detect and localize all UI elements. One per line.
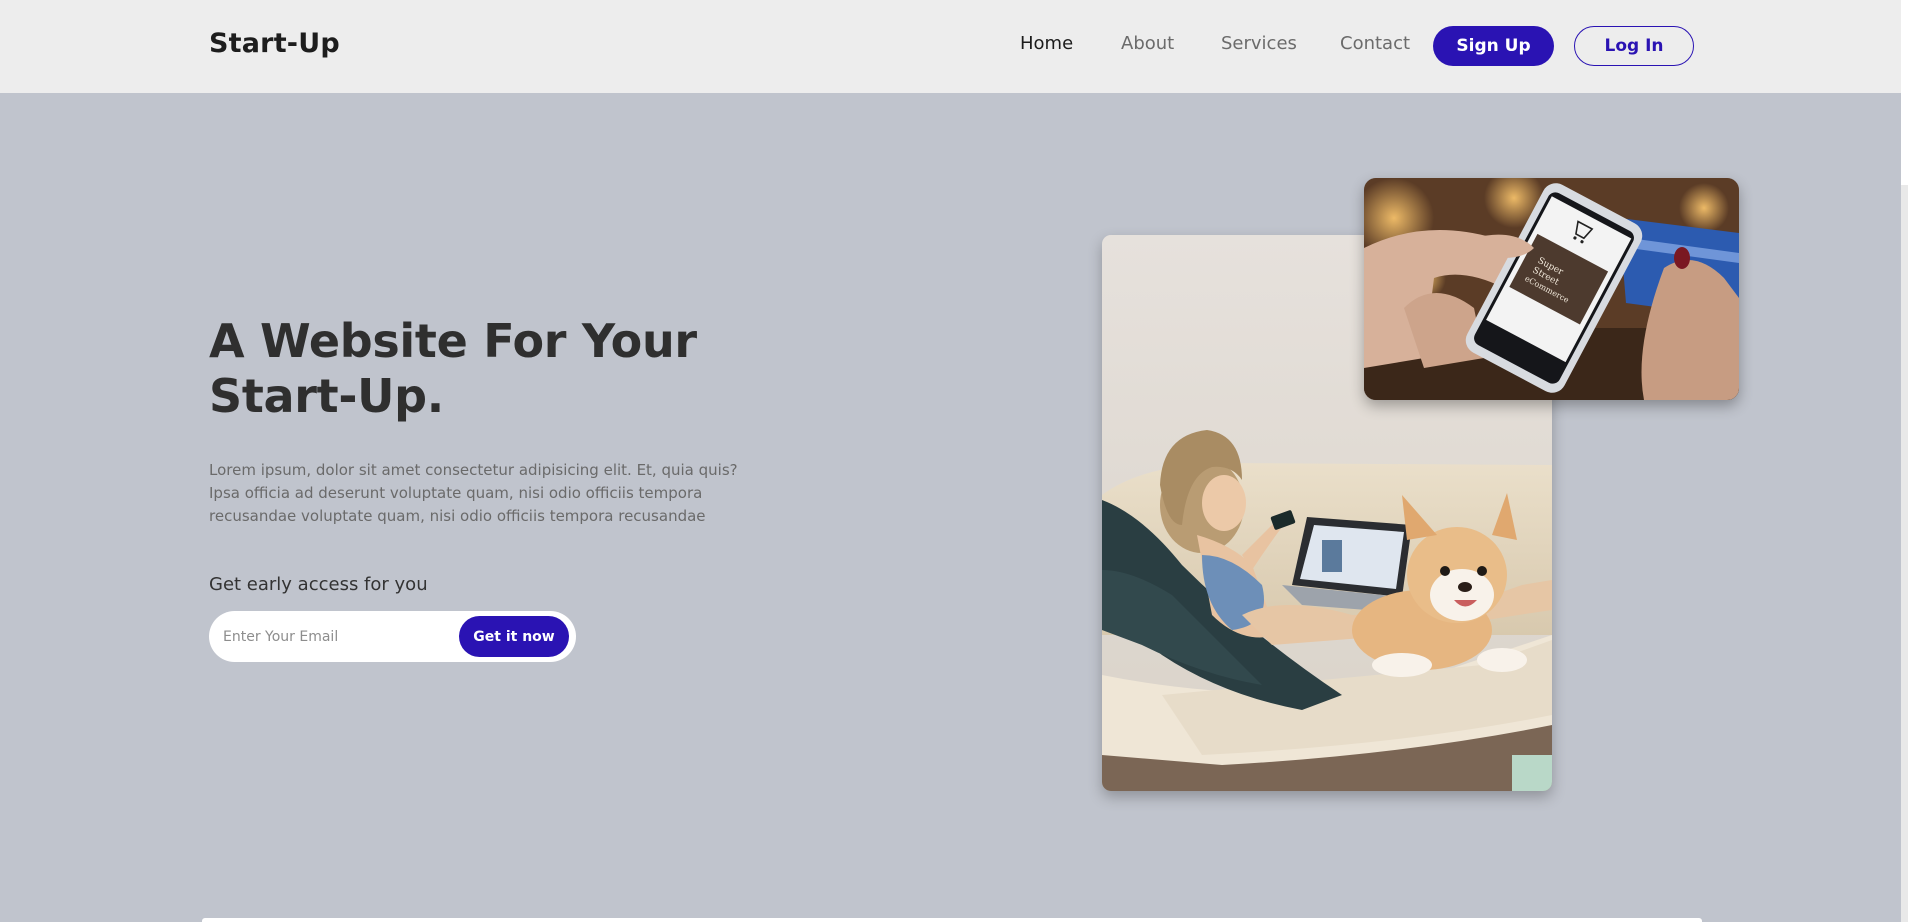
hero-title-line-1: A Website For Your [209,314,697,368]
get-it-now-button[interactable]: Get it now [459,616,569,657]
nav-link-home[interactable]: Home [1020,33,1073,54]
page-scrollbar[interactable] [1901,0,1908,922]
nav-link-services[interactable]: Services [1221,33,1297,54]
email-input[interactable] [223,623,453,651]
hero-title-line-2: Start-Up. [209,369,444,423]
nav-link-contact[interactable]: Contact [1340,33,1410,54]
scrollbar-thumb[interactable] [1901,0,1908,185]
hero-description: Lorem ipsum, dolor sit amet consectetur … [209,461,738,525]
email-signup-form: Get it now [209,611,576,662]
hero-title: A Website For Your Start-Up. [209,314,809,424]
site-header: Start-Up Home About Services Contact Sig… [0,0,1908,93]
phone-shopping-photo: Super Street eCommerce [1364,178,1739,400]
log-in-button[interactable]: Log In [1574,26,1694,66]
site-logo[interactable]: Start-Up [209,28,340,59]
next-section-edge [202,918,1702,922]
sign-up-button[interactable]: Sign Up [1433,26,1554,66]
nav-link-about[interactable]: About [1121,33,1174,54]
early-access-label: Get early access for you [209,574,428,595]
